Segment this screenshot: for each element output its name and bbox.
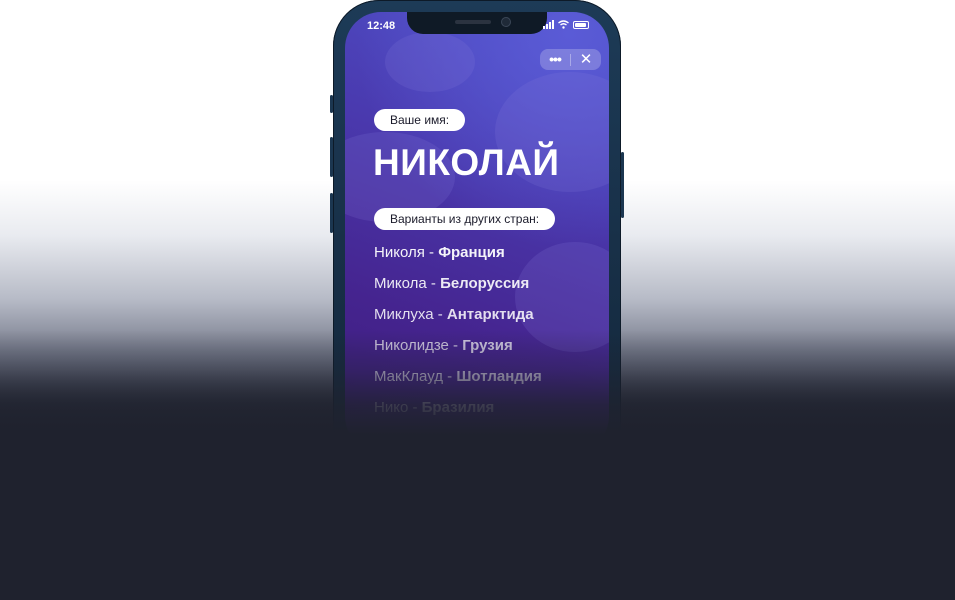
list-item: Нико - Бразилия [374, 399, 542, 430]
variant-country: Франция [438, 244, 505, 261]
more-options-button[interactable]: ••• [540, 49, 570, 70]
phone-power-button [621, 152, 624, 218]
wifi-icon [558, 20, 569, 29]
list-item: Миклуха - Антарктида [374, 306, 542, 337]
variant-name: Микола [374, 275, 427, 292]
signal-icon [543, 20, 554, 29]
variant-separator: - [424, 244, 439, 261]
list-item: Микола - Белоруссия [374, 275, 542, 306]
phone-screen: 12:48 ••• ✕ Ваше имя: НИКОЛАЙ Варианты и… [345, 12, 609, 452]
variant-separator: - [433, 306, 447, 323]
notch [407, 12, 547, 34]
battery-icon [573, 20, 589, 29]
list-item: Николидзе - Грузия [374, 337, 542, 368]
variant-name: МакКлауд [374, 368, 443, 385]
variant-name: Миклуха [374, 306, 434, 323]
variant-separator: - [443, 368, 457, 385]
variants-label-pill: Варианты из других стран: [374, 208, 556, 230]
close-button[interactable]: ✕ [571, 49, 601, 70]
speaker [455, 20, 491, 24]
name-label-pill: Ваше имя: [374, 109, 466, 131]
list-item: МакКлауд - Шотландия [374, 368, 542, 399]
mini-app-controls: ••• ✕ [540, 49, 601, 70]
variant-country: Антарктида [446, 306, 534, 323]
variant-country: Белоруссия [440, 275, 530, 292]
status-icons [543, 20, 589, 29]
variant-name: Николя [374, 244, 425, 261]
camera-icon [501, 17, 511, 27]
variant-country: Грузия [462, 337, 513, 354]
map-background [385, 32, 475, 92]
variant-country: Бразилия [421, 399, 495, 416]
variant-separator: - [448, 337, 463, 354]
phone-side-button [330, 95, 333, 113]
phone-volume-up [330, 137, 333, 177]
variants-list: Николя - Франция Микола - Белоруссия Мик… [374, 244, 542, 430]
status-time: 12:48 [367, 20, 396, 32]
user-name: НИКОЛАЙ [373, 142, 560, 183]
variant-name: Николидзе [374, 337, 449, 354]
variant-name: Нико [374, 399, 409, 416]
phone-volume-down [330, 193, 333, 233]
variant-separator: - [426, 275, 441, 292]
variant-country: Шотландия [456, 368, 542, 385]
variant-separator: - [408, 399, 422, 416]
list-item: Николя - Франция [374, 244, 542, 275]
